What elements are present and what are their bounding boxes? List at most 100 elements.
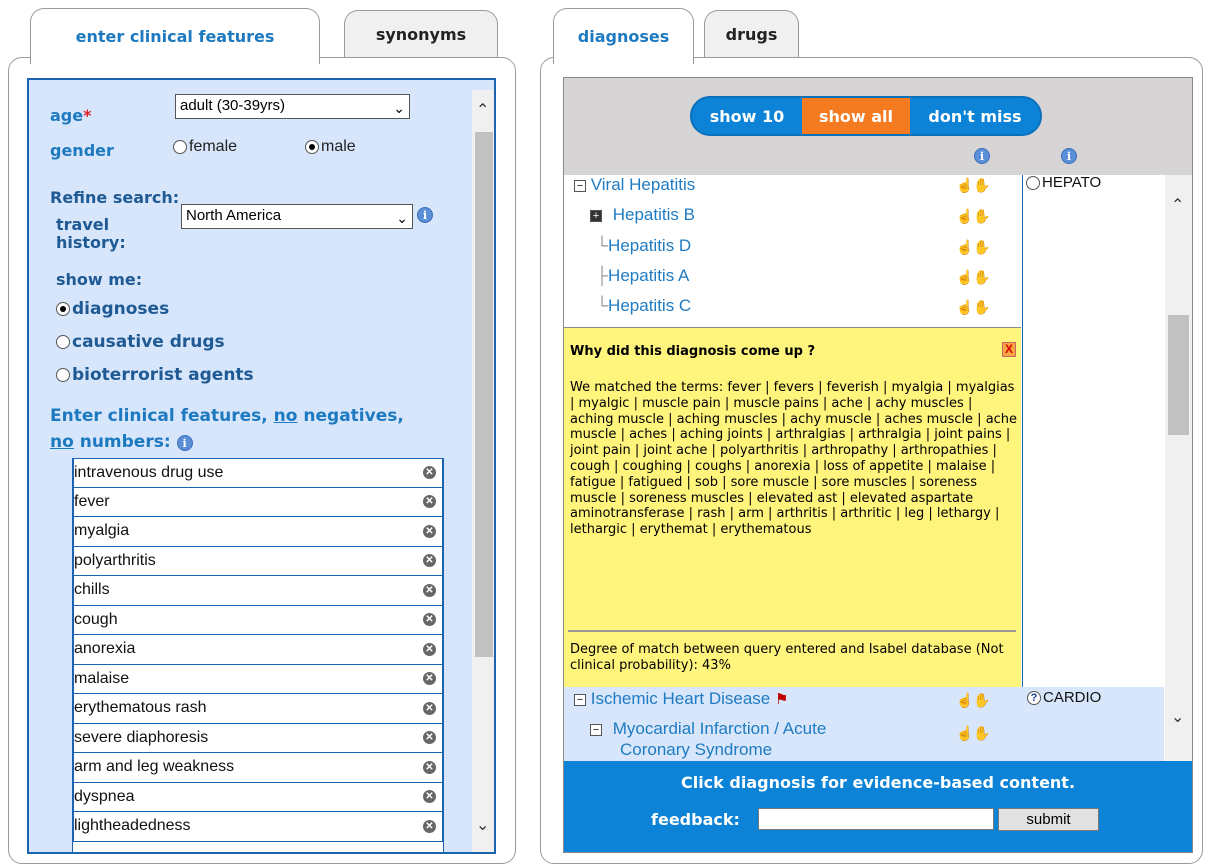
show-me-bioterrorist-label: bioterrorist agents: [72, 365, 254, 385]
right-scrollbar-thumb[interactable]: [1168, 315, 1189, 435]
dont-miss-button[interactable]: don't miss: [910, 98, 1040, 134]
diagnosis-hepatitis-a[interactable]: ├Hepatitis A: [596, 266, 689, 286]
specialty-tag[interactable]: HEPATO: [1026, 175, 1101, 191]
remove-icon[interactable]: ✕: [423, 613, 436, 627]
gender-male-radio[interactable]: male: [305, 138, 356, 156]
travel-history-label-2: history:: [56, 233, 126, 252]
diagnosis-myocardial-infarction[interactable]: − Myocardial Infarction / Acute: [590, 719, 826, 739]
tab-enter-clinical-features[interactable]: enter clinical features: [30, 8, 320, 64]
show-me-diagnoses-radio[interactable]: diagnoses: [56, 299, 169, 319]
filter-button-group: show 10 show all don't miss: [690, 96, 1042, 136]
age-select[interactable]: adult (30-39yrs) ⌄: [175, 94, 410, 119]
scroll-down-icon[interactable]: ⌄: [476, 815, 489, 835]
why-diagnosis-popup: Why did this diagnosis come up ? X We ma…: [564, 327, 1021, 687]
remove-icon[interactable]: ✕: [423, 701, 436, 715]
evidence-info-icon[interactable]: i: [974, 148, 990, 164]
evidence-hand-icons[interactable]: ☝✋: [956, 269, 991, 286]
list-item[interactable]: myalgia ✕: [73, 517, 443, 547]
diagnoses-list: − Viral Hepatitis ☝✋ HEPATO + Hepatitis …: [564, 175, 1164, 762]
remove-icon[interactable]: ✕: [423, 819, 436, 833]
show-me-label: show me:: [56, 270, 143, 289]
list-item[interactable]: cough ✕: [73, 605, 443, 635]
list-item[interactable]: chills ✕: [73, 576, 443, 606]
list-item[interactable]: lightheadedness ✕: [73, 812, 443, 842]
popup-divider: [568, 630, 1016, 632]
remove-icon[interactable]: ✕: [423, 524, 436, 538]
diagnosis-hepatitis-d[interactable]: └Hepatitis D: [596, 236, 691, 256]
feedback-footer: Click diagnosis for evidence-based conte…: [564, 761, 1192, 852]
left-scrollbar-thumb[interactable]: [475, 132, 493, 657]
show-me-causative-drugs-label: causative drugs: [72, 332, 225, 352]
remove-icon[interactable]: ✕: [423, 583, 436, 597]
left-scrollbar[interactable]: ⌃ ⌄: [472, 90, 494, 852]
remove-icon[interactable]: ✕: [423, 790, 436, 804]
specialty-info-icon[interactable]: i: [1061, 148, 1077, 164]
travel-history-value: North America: [186, 207, 282, 224]
evidence-hand-icons[interactable]: ☝✋: [956, 692, 991, 709]
show-all-button[interactable]: show all: [802, 98, 910, 134]
remove-icon[interactable]: ✕: [423, 760, 436, 774]
show-me-bioterrorist-radio[interactable]: bioterrorist agents: [56, 365, 254, 385]
evidence-hand-icons[interactable]: ☝✋: [956, 177, 991, 194]
diagnosis-hepatitis-b[interactable]: + Hepatitis B: [590, 205, 695, 225]
close-icon[interactable]: X: [1002, 342, 1016, 357]
show-10-button[interactable]: show 10: [692, 98, 802, 134]
gender-female-radio[interactable]: female: [173, 138, 237, 156]
diagnosis-hepatitis-c[interactable]: └Hepatitis C: [596, 296, 691, 316]
diagnosis-group-ischemic-heart-disease[interactable]: − Ischemic Heart Disease ⚑: [574, 689, 788, 709]
tab-diagnoses[interactable]: diagnoses: [553, 8, 694, 64]
red-flag-icon: ⚑: [774, 691, 789, 708]
submit-button[interactable]: submit: [998, 808, 1099, 831]
diagnosis-group-ischemic-heart-disease-band: − Ischemic Heart Disease ⚑ ☝✋ ? CARDIO −…: [564, 687, 1164, 762]
right-scrollbar[interactable]: ⌃ ⌄: [1165, 175, 1192, 761]
evidence-hand-icons[interactable]: ☝✋: [956, 208, 991, 225]
diagnosis-myocardial-infarction-line2[interactable]: Coronary Syndrome: [620, 740, 772, 760]
show-me-diagnoses-label: diagnoses: [72, 299, 170, 319]
travel-history-label-1: travel: [56, 215, 110, 234]
feedback-label: feedback:: [651, 810, 740, 829]
features-info-icon[interactable]: i: [176, 435, 193, 451]
scroll-down-icon[interactable]: ⌄: [1171, 707, 1184, 727]
remove-icon[interactable]: ✕: [423, 642, 436, 656]
list-item[interactable]: erythematous rash ✕: [73, 694, 443, 724]
show-me-causative-drugs-radio[interactable]: causative drugs: [56, 332, 225, 352]
age-select-value: adult (30-39yrs): [180, 97, 286, 114]
list-item[interactable]: dyspnea ✕: [73, 782, 443, 812]
tab-synonyms[interactable]: synonyms: [344, 10, 498, 58]
specialty-tag[interactable]: ? CARDIO: [1027, 689, 1101, 706]
feedback-input[interactable]: [758, 808, 994, 830]
help-icon[interactable]: ?: [1027, 690, 1041, 705]
tab-drugs[interactable]: drugs: [704, 10, 799, 58]
scroll-up-icon[interactable]: ⌃: [476, 100, 489, 120]
diagnosis-group-viral-hepatitis[interactable]: − Viral Hepatitis: [574, 175, 695, 195]
list-item[interactable]: arm and leg weakness ✕: [73, 753, 443, 783]
list-item[interactable]: severe diaphoresis ✕: [73, 723, 443, 753]
scroll-up-icon[interactable]: ⌃: [1171, 195, 1184, 215]
collapse-icon[interactable]: −: [574, 693, 586, 706]
features-prompt-line2: no numbers: i: [50, 432, 193, 452]
remove-icon[interactable]: ✕: [423, 731, 436, 745]
collapse-icon[interactable]: −: [574, 179, 586, 192]
remove-icon[interactable]: ✕: [423, 495, 436, 509]
list-item[interactable]: anorexia ✕: [73, 635, 443, 665]
list-item[interactable]: fever ✕: [73, 487, 443, 517]
popup-matched-terms: We matched the terms: fever | fevers | f…: [570, 380, 1018, 538]
list-item[interactable]: polyarthritis ✕: [73, 546, 443, 576]
evidence-hand-icons[interactable]: ☝✋: [956, 725, 991, 742]
refine-search-label: Refine search:: [50, 188, 180, 207]
travel-info-icon[interactable]: i: [417, 207, 433, 223]
travel-history-select[interactable]: North America ⌄: [181, 204, 413, 229]
list-item[interactable]: intravenous drug use ✕: [73, 458, 443, 488]
remove-icon[interactable]: ✕: [423, 554, 436, 568]
expand-icon[interactable]: +: [590, 209, 602, 222]
evidence-hand-icons[interactable]: ☝✋: [956, 299, 991, 316]
diagnoses-panel: show 10 show all don't miss i i − Viral …: [563, 77, 1193, 853]
list-item[interactable]: malaise ✕: [73, 664, 443, 694]
remove-icon[interactable]: ✕: [423, 466, 436, 480]
popup-title: Why did this diagnosis come up ?: [570, 344, 816, 359]
collapse-icon[interactable]: −: [590, 723, 602, 736]
remove-icon[interactable]: ✕: [423, 672, 436, 686]
chevron-down-icon: ⌄: [393, 100, 405, 116]
specialty-radio[interactable]: [1026, 175, 1040, 190]
evidence-hand-icons[interactable]: ☝✋: [956, 239, 991, 256]
